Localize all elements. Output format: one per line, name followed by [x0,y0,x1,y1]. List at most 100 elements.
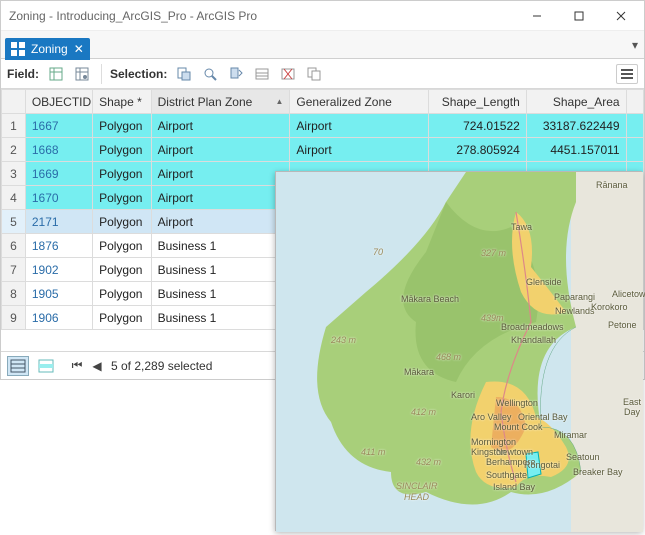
select-by-attributes-button[interactable] [173,63,195,85]
column-header[interactable]: Shape_Area [526,90,626,114]
add-field-button[interactable] [45,63,67,85]
cell: Airport [151,186,290,210]
map-label: Mount Cook [494,422,543,432]
column-header[interactable]: OBJECTID * [25,90,92,114]
previous-record-button[interactable]: ◀ [89,359,105,373]
cell: 4451.157011 [526,138,626,162]
map-label: Newlands [555,306,595,316]
panel-menu-chevron-icon[interactable]: ▾ [632,38,638,52]
map-label: Day [624,407,640,417]
cell: 7 [2,258,26,282]
map-label: 412 m [411,407,436,417]
cell: 3 [2,162,26,186]
selection-count: 5 of 2,289 selected [111,359,212,373]
cell: Polygon [93,282,152,306]
map-label: 468 m [436,352,461,362]
window-controls [516,2,642,30]
zoom-to-selection-button[interactable] [199,63,221,85]
column-header[interactable] [2,90,26,114]
cell [626,138,643,162]
map-label: 327 m [481,248,506,258]
cell: Polygon [93,210,152,234]
cell: 278.805924 [429,138,527,162]
map-label: Tawa [511,222,532,232]
selection-label: Selection: [110,67,167,81]
switch-selection-button[interactable] [225,63,247,85]
cell: Airport [151,138,290,162]
cell: Polygon [93,162,152,186]
cell: Polygon [93,234,152,258]
table-row[interactable]: 21668PolygonAirportAirport278.8059244451… [2,138,644,162]
toolbar: Field: Selection: [1,59,644,89]
first-record-button[interactable]: ⏮ [69,358,85,373]
map-label: Karori [451,390,475,400]
cell: 1669 [25,162,92,186]
map-label: Mākara [404,367,434,377]
map-label: East [623,397,641,407]
cell: 5 [2,210,26,234]
header-row: OBJECTID *Shape *District Plan ZoneGener… [2,90,644,114]
cell: Airport [151,162,290,186]
map-label: Alicetow [612,289,645,299]
map-label: Kingston [471,447,506,457]
cell: Airport [290,138,429,162]
separator [101,64,102,84]
column-header[interactable] [626,90,643,114]
cell: Polygon [93,306,152,330]
table-options-button[interactable] [616,64,638,84]
show-selected-records-button[interactable] [35,356,57,376]
calculate-field-button[interactable] [71,63,93,85]
cell: 33187.622449 [526,114,626,138]
map-label: SINCLAIR [396,481,438,491]
table-row[interactable]: 11667PolygonAirportAirport724.0152233187… [2,114,644,138]
cell: Business 1 [151,258,290,282]
cell: Polygon [93,114,152,138]
map-label: 411 m [361,447,385,457]
cell: 1667 [25,114,92,138]
cell: Business 1 [151,282,290,306]
map-label: 70 [373,247,383,257]
cell: 2 [2,138,26,162]
cell [626,114,643,138]
minimize-button[interactable] [516,2,558,30]
cell: Airport [290,114,429,138]
map-label: Miramar [554,430,587,440]
map-label: Khandallah [511,335,556,345]
show-all-records-button[interactable] [7,356,29,376]
map-label: Glenside [526,277,562,287]
map-label: 439m [481,313,504,323]
cell: Airport [151,210,290,234]
copy-selection-button[interactable] [303,63,325,85]
cell: Polygon [93,186,152,210]
column-header[interactable]: Generalized Zone [290,90,429,114]
column-header[interactable]: Shape * [93,90,152,114]
map-label: Island Bay [493,482,535,492]
map-label: Oriental Bay [518,412,568,422]
maximize-button[interactable] [558,2,600,30]
column-header[interactable]: District Plan Zone [151,90,290,114]
cell: Airport [151,114,290,138]
cell: 2171 [25,210,92,234]
cell: 1876 [25,234,92,258]
clear-selection-button[interactable] [251,63,273,85]
cell: 1668 [25,138,92,162]
cell: 1902 [25,258,92,282]
column-header[interactable]: Shape_Length [429,90,527,114]
cell: 1906 [25,306,92,330]
tab-close-icon[interactable]: ✕ [74,42,84,56]
map-view[interactable]: TawaRānanaGlensidePaparangiNewlandsBroad… [275,171,642,531]
map-label: 243 m [331,335,356,345]
tab-label: Zoning [31,42,68,56]
map-label: Korokoro [591,302,628,312]
cell: 4 [2,186,26,210]
map-label: HEAD [404,492,429,502]
cell: 1905 [25,282,92,306]
map-label: Aro Valley [471,412,511,422]
cell: Polygon [93,138,152,162]
tab-zoning[interactable]: Zoning ✕ [5,38,90,60]
map-label: Seatoun [566,452,600,462]
delete-selection-button[interactable] [277,63,299,85]
map-label: Rānana [596,180,628,190]
close-button[interactable] [600,2,642,30]
table-icon [11,42,25,56]
